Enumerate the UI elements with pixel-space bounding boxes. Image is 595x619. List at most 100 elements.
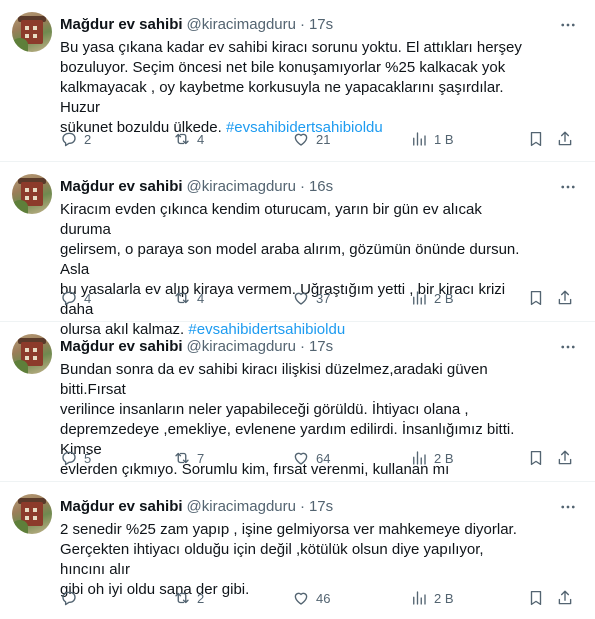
heart-icon [294, 133, 308, 146]
bookmark-icon [530, 290, 542, 306]
reply-count: 4 [84, 290, 92, 306]
action-bar: 2 46 2 B [60, 588, 585, 608]
retweet-count: 2 [197, 590, 205, 606]
retweet-button[interactable]: 2 [173, 589, 204, 607]
views-count: 2 B [434, 290, 454, 306]
share-button[interactable] [556, 130, 574, 148]
like-count: 64 [316, 450, 331, 466]
tweet-text-line: Bu yasa çıkana kadar ev sahibi kiracı so… [60, 39, 522, 56]
retweet-button[interactable]: 4 [173, 289, 204, 307]
retweet-count: 4 [197, 290, 205, 306]
avatar[interactable] [12, 494, 52, 534]
timestamp[interactable]: 16s [309, 178, 333, 195]
retweet-icon [175, 452, 189, 464]
avatar[interactable] [12, 12, 52, 52]
views-button[interactable]: 2 B [410, 589, 454, 607]
retweet-button[interactable]: 7 [173, 449, 204, 467]
author-handle[interactable]: @kiracimagduru [187, 338, 296, 355]
views-count: 2 B [434, 590, 454, 606]
reply-count: 2 [84, 131, 92, 147]
tweet[interactable]: Mağdur ev sahibi @kiracimagduru · 16s Ki… [0, 162, 595, 338]
tweet[interactable]: Mağdur ev sahibi @kiracimagduru · 17s 2 … [0, 482, 595, 619]
analytics-icon [413, 132, 426, 146]
heart-icon [294, 292, 308, 305]
retweet-icon [175, 292, 189, 304]
retweet-icon [175, 133, 189, 145]
like-button[interactable]: 64 [292, 449, 330, 467]
separator-dot: · [299, 497, 305, 515]
like-count: 46 [316, 590, 331, 606]
author-handle[interactable]: @kiracimagduru [187, 178, 296, 195]
action-bar: 5 7 64 2 B [60, 448, 585, 468]
separator-dot: · [299, 15, 305, 33]
like-button[interactable]: 37 [292, 289, 330, 307]
tweet-text: Bu yasa çıkana kadar ev sahibi kiracı so… [60, 38, 530, 138]
action-bar: 4 4 37 2 B [60, 288, 585, 308]
author-name[interactable]: Mağdur ev sahibi [60, 178, 183, 195]
retweet-count: 7 [197, 450, 205, 466]
tweet-text-line: bozuluyor. Seçim öncesi net bile konuşam… [60, 59, 506, 76]
author-name[interactable]: Mağdur ev sahibi [60, 16, 183, 33]
timestamp[interactable]: 17s [309, 498, 333, 515]
reply-count: 5 [84, 450, 92, 466]
views-button[interactable]: 1 B [410, 130, 454, 148]
analytics-icon [413, 291, 426, 305]
tweet-text-line: verilince insanların neler yapabileceği … [60, 401, 469, 418]
share-icon [558, 590, 572, 605]
avatar[interactable] [12, 174, 52, 214]
reply-icon [62, 591, 76, 606]
timestamp[interactable]: 17s [309, 338, 333, 355]
bookmark-button[interactable] [527, 130, 545, 148]
heart-icon [294, 452, 308, 465]
author-name[interactable]: Mağdur ev sahibi [60, 498, 183, 515]
more-options-icon[interactable] [559, 338, 577, 356]
reply-button[interactable]: 5 [60, 449, 91, 467]
timestamp[interactable]: 17s [309, 16, 333, 33]
share-button[interactable] [556, 589, 574, 607]
bookmark-button[interactable] [527, 589, 545, 607]
reply-button[interactable]: 2 [60, 130, 91, 148]
author-handle[interactable]: @kiracimagduru [187, 16, 296, 33]
views-button[interactable]: 2 B [410, 289, 454, 307]
reply-button[interactable] [60, 589, 84, 607]
like-button[interactable]: 21 [292, 130, 330, 148]
views-count: 2 B [434, 450, 454, 466]
tweet[interactable]: Mağdur ev sahibi @kiracimagduru · 17s Bu… [0, 322, 595, 482]
tweet-text-line: kalkmayacak , oy kaybetme korkusuyla ne … [60, 79, 504, 116]
reply-icon [62, 291, 76, 306]
share-icon [558, 450, 572, 465]
tweet[interactable]: Mağdur ev sahibi @kiracimagduru · 17s Bu… [0, 0, 595, 162]
author-name[interactable]: Mağdur ev sahibi [60, 338, 183, 355]
more-options-icon[interactable] [559, 178, 577, 196]
views-button[interactable]: 2 B [410, 449, 454, 467]
tweet-text: Kiracım evden çıkınca kendim oturucam, y… [60, 200, 530, 340]
separator-dot: · [299, 177, 305, 195]
reply-icon [62, 451, 76, 466]
retweet-icon [175, 592, 189, 604]
share-button[interactable] [556, 289, 574, 307]
reply-button[interactable]: 4 [60, 289, 91, 307]
more-options-icon[interactable] [559, 498, 577, 516]
bookmark-icon [530, 590, 542, 606]
avatar[interactable] [12, 334, 52, 374]
like-count: 21 [316, 131, 331, 147]
retweet-button[interactable]: 4 [173, 130, 204, 148]
like-button[interactable]: 46 [292, 589, 330, 607]
heart-icon [294, 592, 308, 605]
share-button[interactable] [556, 449, 574, 467]
bookmark-icon [530, 450, 542, 466]
more-options-icon[interactable] [559, 16, 577, 34]
author-handle[interactable]: @kiracimagduru [187, 498, 296, 515]
share-icon [558, 290, 572, 305]
bookmark-button[interactable] [527, 289, 545, 307]
analytics-icon [413, 451, 426, 465]
bookmark-button[interactable] [527, 449, 545, 467]
tweet-text-line: Bundan sonra da ev sahibi kiracı ilişkis… [60, 361, 488, 398]
like-count: 37 [316, 290, 331, 306]
tweet-text-line: Kiracım evden çıkınca kendim oturucam, y… [60, 201, 482, 238]
analytics-icon [413, 591, 426, 605]
retweet-count: 4 [197, 131, 205, 147]
views-count: 1 B [434, 131, 454, 147]
tweet-text-line: Gerçekten ihtiyacı olduğu için değil ,kö… [60, 541, 484, 578]
separator-dot: · [299, 337, 305, 355]
